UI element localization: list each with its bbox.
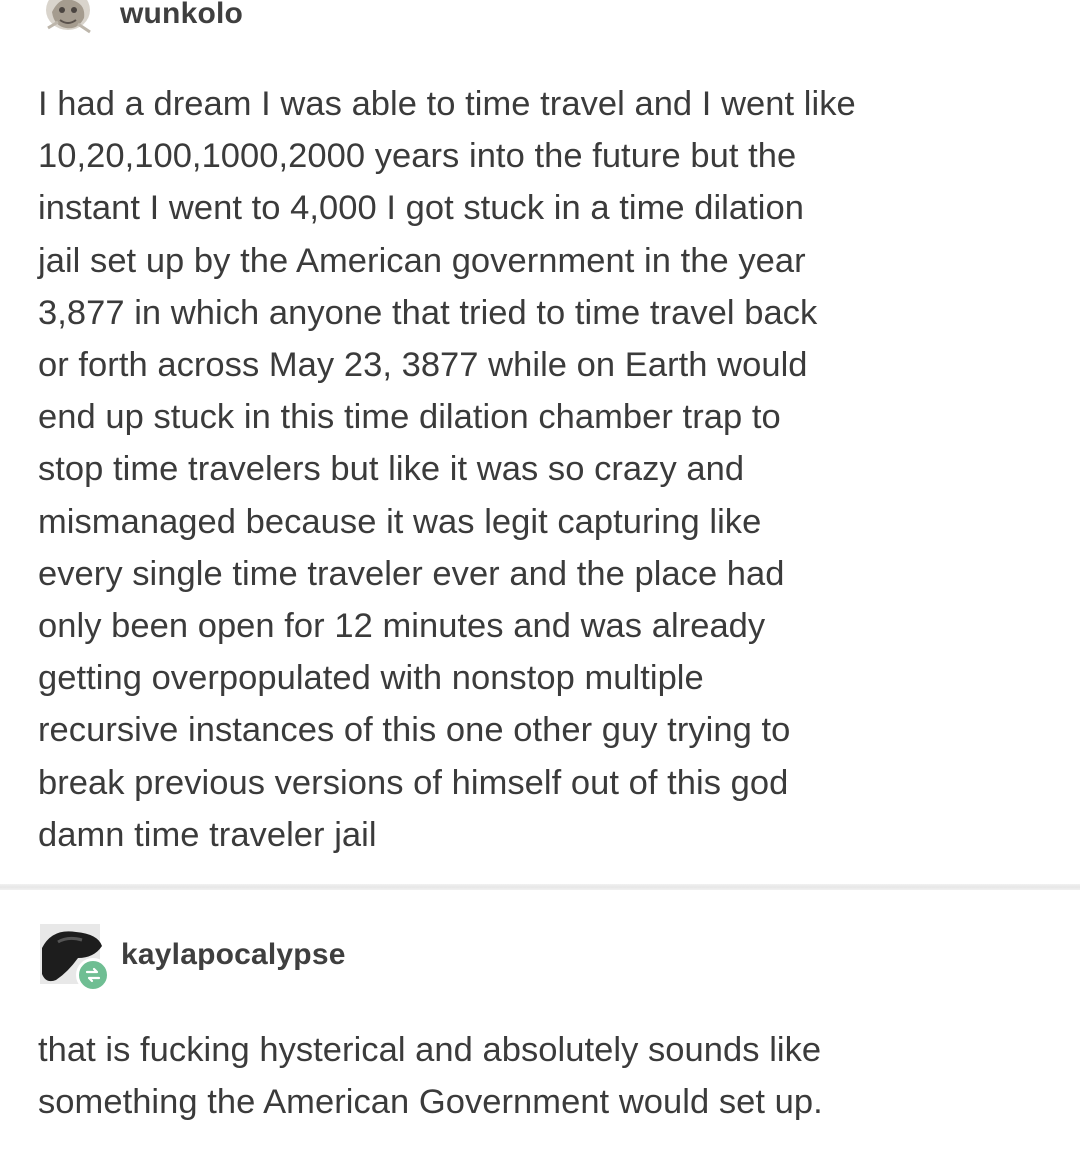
username[interactable]: wunkolo <box>120 0 243 31</box>
post-header: kaylapocalypse <box>0 918 1080 992</box>
reblog-icon <box>76 958 110 992</box>
username[interactable]: kaylapocalypse <box>121 938 346 972</box>
post-wunkolo: wunkolo I had a dream I was able to time… <box>0 0 1080 854</box>
post-kaylapocalypse: kaylapocalypse that is fucking hysterica… <box>0 918 1080 1121</box>
post-header: wunkolo <box>0 0 1080 70</box>
post-divider <box>0 884 1080 890</box>
avatar-icon[interactable] <box>38 0 100 44</box>
post-body: that is fucking hysterical and absolutel… <box>38 1031 823 1122</box>
post-body: I had a dream I was able to time travel … <box>38 85 856 854</box>
